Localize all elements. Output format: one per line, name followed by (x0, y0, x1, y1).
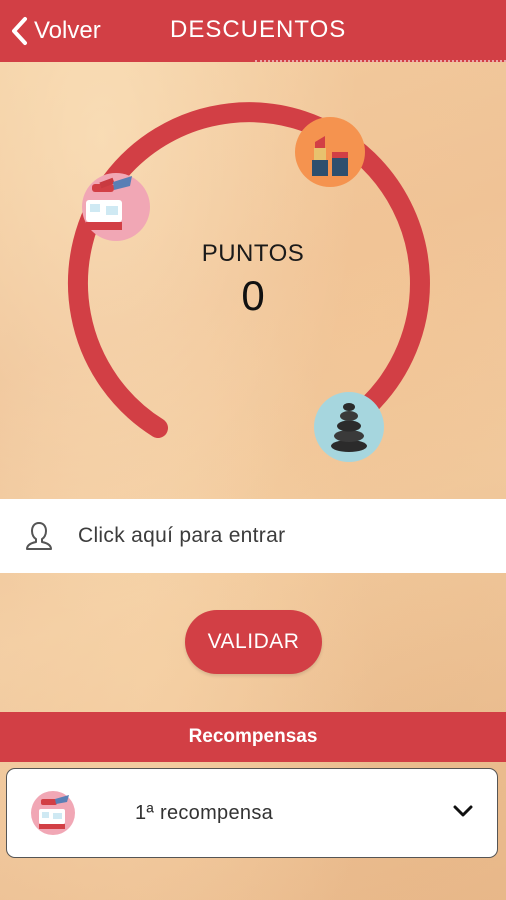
pedicure-icon (31, 791, 75, 835)
rewards-header: Recompensas (0, 712, 506, 762)
reward-item[interactable]: 1ª recompensa (6, 768, 498, 858)
points-label: PUNTOS (201, 240, 305, 267)
top-bar: Volver DESCUENTOS (0, 0, 506, 62)
gauge-arc (67, 102, 430, 438)
login-text: Click aquí para entrar (78, 524, 286, 547)
back-button[interactable]: Volver (10, 12, 101, 50)
rewards-title: Recompensas (188, 726, 318, 747)
massage-stones-icon (314, 392, 384, 462)
user-icon (22, 519, 56, 553)
pedicure-icon (82, 173, 150, 241)
page-title: DESCUENTOS (170, 16, 347, 43)
reward-label: 1ª recompensa (135, 801, 274, 824)
chevron-left-icon (10, 16, 28, 46)
back-label: Volver (34, 17, 101, 44)
chevron-down-icon[interactable] (453, 804, 473, 823)
points-value: 0 (241, 272, 265, 319)
lipstick-icon (295, 117, 365, 187)
validate-button[interactable]: VALIDAR (185, 610, 322, 674)
login-prompt[interactable]: Click aquí para entrar (0, 499, 506, 573)
